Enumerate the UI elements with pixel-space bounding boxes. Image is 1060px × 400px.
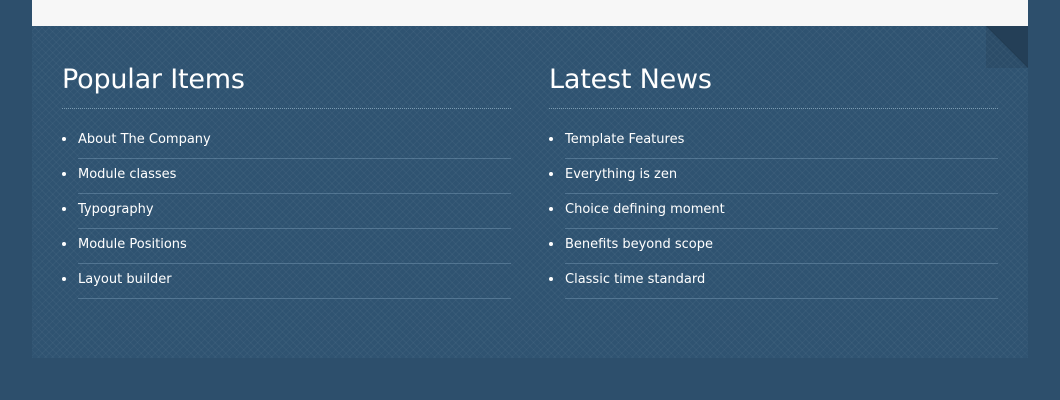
latest-news-list: Template Features Everything is zen Choi… [549,125,998,299]
popular-items-title-rule [62,108,511,109]
popular-item-link[interactable]: Layout builder [78,271,172,289]
news-item-link[interactable]: Everything is zen [565,166,677,184]
bullet-icon [62,242,66,246]
bullet-icon [62,207,66,211]
news-item-choice-defining-moment: Choice defining moment [549,195,998,229]
popular-item-link[interactable]: Module classes [78,166,176,184]
popular-item-link[interactable]: About The Company [78,131,211,149]
bullet-icon [549,172,553,176]
news-item-template-features: Template Features [549,125,998,159]
popular-item-about-the-company: About The Company [62,125,511,159]
bullet-icon [549,277,553,281]
popular-item-module-positions: Module Positions [62,230,511,264]
bullet-icon [62,172,66,176]
latest-news-title: Latest News [549,64,712,95]
popular-item-layout-builder: Layout builder [62,265,511,299]
bullet-icon [62,137,66,141]
news-item-link[interactable]: Template Features [565,131,684,149]
news-item-link[interactable]: Choice defining moment [565,201,725,219]
top-content-strip [32,0,1028,26]
footer-modules-panel: Popular Items About The Company Module c… [32,26,1028,358]
bullet-icon [549,207,553,211]
latest-news-module: Latest News Template Features Everything… [549,62,998,299]
popular-item-module-classes: Module classes [62,160,511,194]
popular-item-link[interactable]: Module Positions [78,236,187,254]
news-item-link[interactable]: Benefits beyond scope [565,236,713,254]
news-item-everything-is-zen: Everything is zen [549,160,998,194]
popular-items-title: Popular Items [62,64,245,95]
bullet-icon [549,137,553,141]
popular-items-list: About The Company Module classes Typogra… [62,125,511,299]
bullet-icon [549,242,553,246]
popular-item-link[interactable]: Typography [78,201,154,219]
popular-items-module: Popular Items About The Company Module c… [62,62,511,299]
news-item-classic-time-standard: Classic time standard [549,265,998,299]
popular-item-typography: Typography [62,195,511,229]
latest-news-title-rule [549,108,998,109]
bullet-icon [62,277,66,281]
news-item-benefits-beyond-scope: Benefits beyond scope [549,230,998,264]
news-item-link[interactable]: Classic time standard [565,271,705,289]
